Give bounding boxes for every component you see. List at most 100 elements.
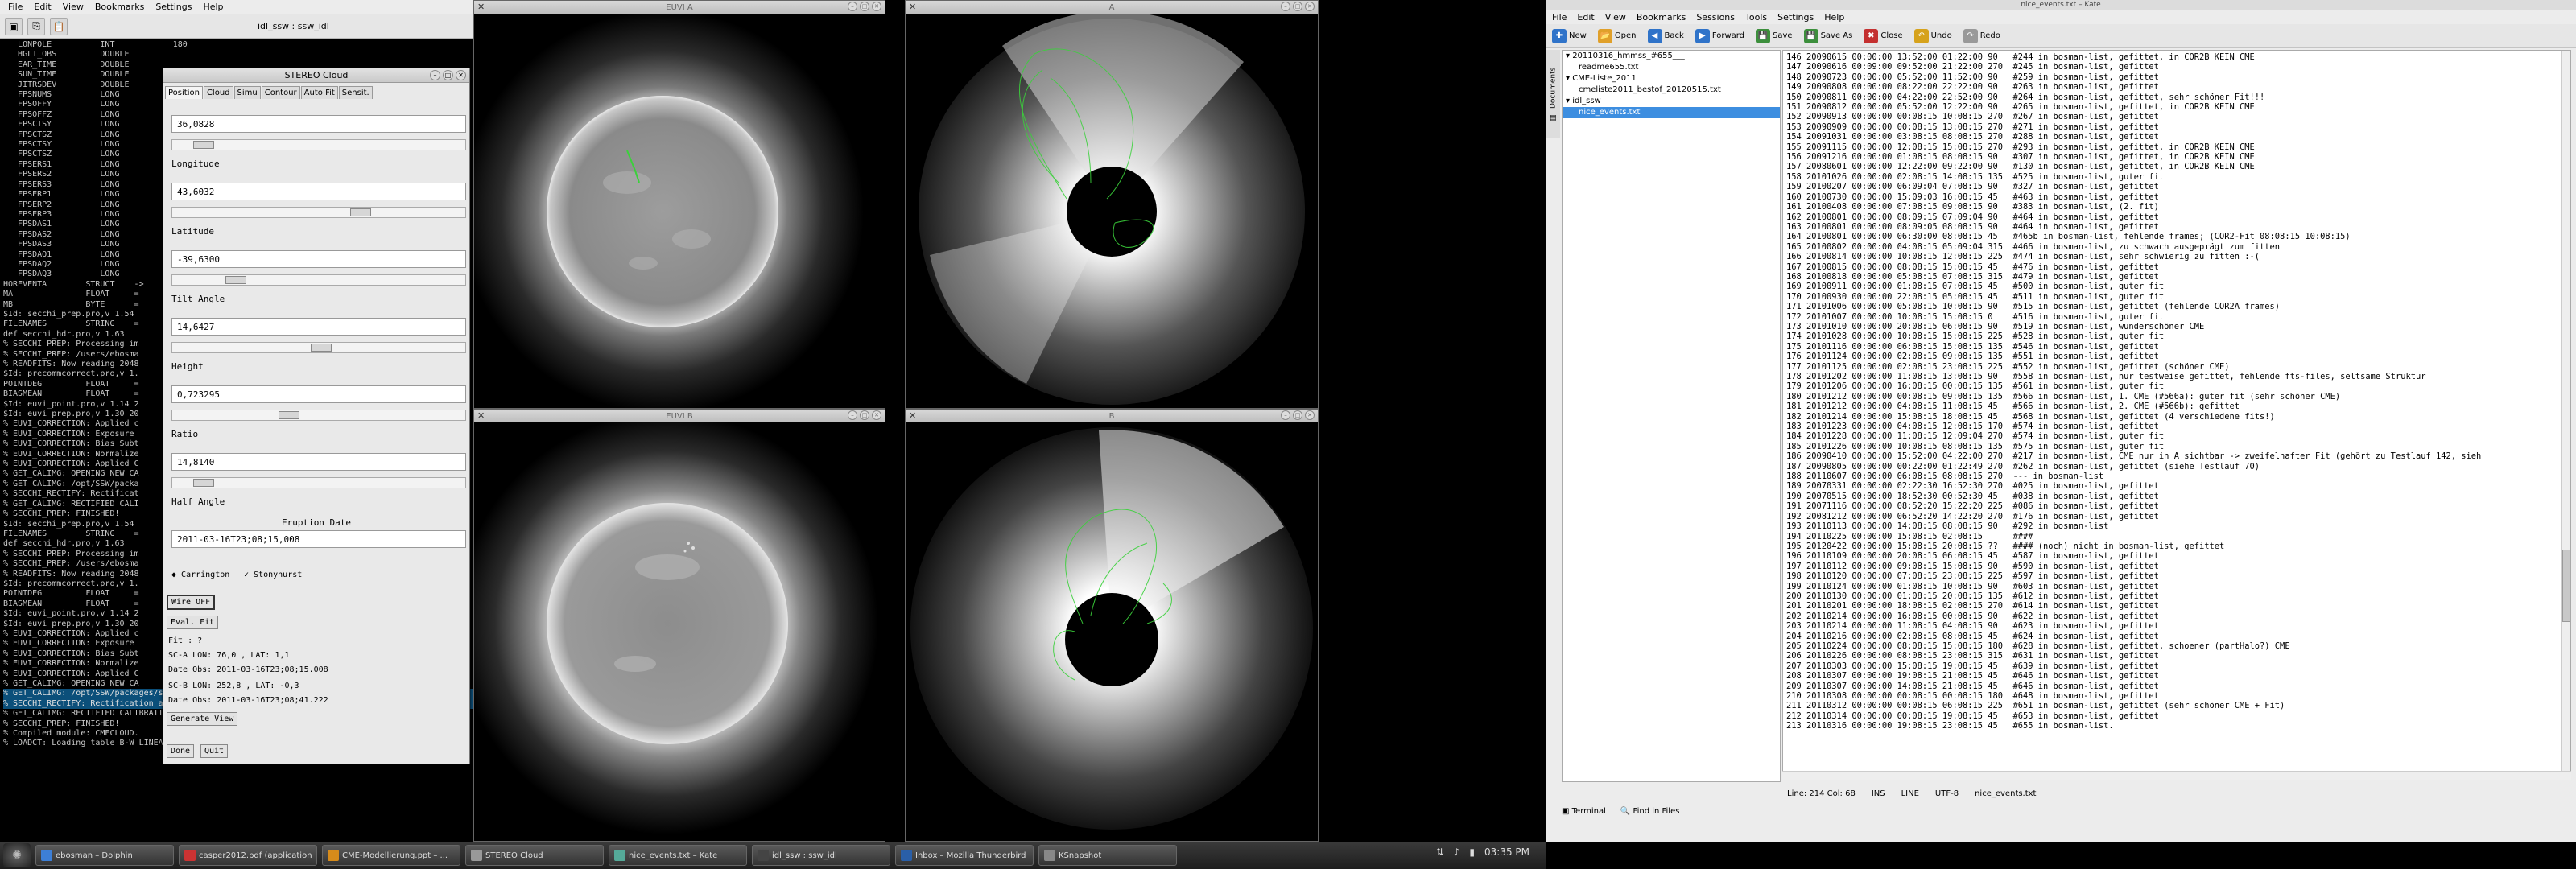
editor-line[interactable]: 157 20080601 00:00:00 12:22:00 09:22:00 … [1786,162,2570,171]
menu-file[interactable]: File [8,2,23,12]
editor-line[interactable]: 148 20090723 00:00:00 05:52:00 11:52:00 … [1786,72,2570,82]
editor-line[interactable]: 180 20101212 00:00:00 00:08:15 09:08:15 … [1786,392,2570,402]
task-button[interactable]: ebosman – Dolphin [35,845,174,866]
param-slider-2[interactable] [171,207,466,218]
editor-line[interactable]: 208 20110307 00:00:00 19:08:15 21:08:15 … [1786,671,2570,681]
editor-line[interactable]: 153 20090909 00:00:00 00:08:15 13:08:15 … [1786,122,2570,132]
editor-line[interactable]: 199 20110124 00:00:00 01:08:15 10:08:15 … [1786,582,2570,591]
editor-line[interactable]: 166 20100814 00:00:00 10:08:15 12:08:15 … [1786,252,2570,262]
toolbar-redo-button[interactable]: ↷ Redo [1963,28,2000,43]
editor-line[interactable]: 193 20110113 00:00:00 14:08:15 08:08:15 … [1786,521,2570,531]
editor-line[interactable]: 164 20100801 00:00:00 06:30:00 08:08:15 … [1786,232,2570,241]
cor-a-coronagraph-image[interactable] [906,10,1318,408]
minimize-icon[interactable]: – [848,410,857,420]
editor-line[interactable]: 189 20070331 00:00:00 02:22:30 16:52:30 … [1786,481,2570,491]
toolbar-close-button[interactable]: ✖ Close [1864,28,1903,43]
editor-line[interactable]: 209 20110307 00:00:00 14:08:15 21:08:15 … [1786,682,2570,691]
close-icon[interactable]: ✕ [456,70,466,80]
kate-menu-sessions[interactable]: Sessions [1696,12,1735,23]
toolbar-save-as-button[interactable]: 💾 Save As [1803,28,1852,43]
param-field-1[interactable]: 36,0828 [171,115,466,133]
param-field-4[interactable]: 14,6427 [171,318,466,336]
menu-edit[interactable]: Edit [34,2,51,12]
editor-line[interactable]: 200 20110130 00:00:00 01:08:15 20:08:15 … [1786,591,2570,601]
text-editor[interactable]: 146 20090615 00:00:00 13:52:00 01:22:00 … [1782,50,2571,780]
toolbar-open-button[interactable]: 📂 Open [1597,28,1637,43]
tree-folder[interactable]: ▾ idl_ssw [1563,96,1780,107]
close-icon[interactable]: ✕ [477,410,485,421]
copy-icon[interactable]: ⎘ [27,17,45,35]
toolbar-new-button[interactable]: ✚ New [1552,28,1587,43]
menu-bookmarks[interactable]: Bookmarks [95,2,144,12]
tab-contour[interactable]: Contour [261,86,300,99]
param-field-5[interactable]: 0,723295 [171,385,466,403]
bottom-tab-find-in-files[interactable]: 🔍 Find in Files [1620,807,1680,816]
maximize-icon[interactable]: □ [443,70,453,80]
param-slider-5[interactable] [171,410,466,421]
minimize-icon[interactable]: – [1281,410,1290,420]
editor-line[interactable]: 172 20101007 00:00:00 10:08:15 15:08:15 … [1786,312,2570,322]
editor-line[interactable]: 178 20101202 00:00:00 11:08:15 13:08:15 … [1786,372,2570,381]
editor-line[interactable]: 165 20100802 00:00:00 04:08:15 05:09:04 … [1786,242,2570,252]
editor-line[interactable]: 169 20100911 00:00:00 01:08:15 07:08:15 … [1786,282,2570,291]
editor-line[interactable]: 156 20091216 00:00:00 01:08:15 08:08:15 … [1786,152,2570,162]
kate-menu-settings[interactable]: Settings [1777,12,1814,23]
editor-line[interactable]: 167 20100815 00:00:00 08:08:15 15:08:15 … [1786,262,2570,272]
editor-line[interactable]: 211 20110312 00:00:00 00:08:15 06:08:15 … [1786,701,2570,710]
editor-line[interactable]: 204 20110216 00:00:00 02:08:15 08:08:15 … [1786,632,2570,641]
close-icon[interactable]: ✕ [1305,2,1315,11]
editor-line[interactable]: 168 20100818 00:00:00 05:08:15 07:08:15 … [1786,272,2570,282]
param-field-3[interactable]: -39,6300 [171,250,466,268]
kate-menu-view[interactable]: View [1605,12,1626,23]
bottom-tab-terminal[interactable]: ▣ Terminal [1562,807,1606,816]
editor-line[interactable]: 184 20101228 00:00:00 11:08:15 12:09:04 … [1786,431,2570,441]
param-slider-3[interactable] [171,274,466,286]
close-icon[interactable]: ✕ [477,2,485,12]
editor-line[interactable]: 213 20110316 00:00:00 19:08:15 23:08:15 … [1786,721,2570,731]
kate-menu-tools[interactable]: Tools [1745,12,1767,23]
param-slider-1[interactable] [171,139,466,150]
close-icon[interactable]: ✕ [909,2,916,12]
editor-line[interactable]: 210 20110308 00:00:00 00:08:15 00:08:15 … [1786,691,2570,701]
editor-line[interactable]: 163 20100801 00:00:00 08:09:05 08:08:15 … [1786,222,2570,232]
editor-line[interactable]: 206 20110226 00:00:00 08:08:15 23:08:15 … [1786,651,2570,661]
cor-b-coronagraph-image[interactable] [906,422,1318,841]
tab-sensit[interactable]: Sensit. [338,86,373,99]
menu-help[interactable]: Help [203,2,223,12]
tree-folder[interactable]: ▾ CME-Liste_2011 [1563,73,1780,84]
euvi-b-sun-image[interactable] [456,413,885,841]
editor-line[interactable]: 182 20101214 00:00:00 15:08:15 18:08:15 … [1786,412,2570,422]
param-slider-6[interactable] [171,477,466,488]
editor-line[interactable]: 171 20101006 00:00:00 05:08:15 10:08:15 … [1786,302,2570,311]
tree-folder[interactable]: ▾ 20110316_hmmss_#655___ [1563,51,1780,62]
toolbar-forward-button[interactable]: ▶ Forward [1695,28,1744,43]
tab-autofit[interactable]: Auto Fit [300,86,338,99]
euvi-a-titlebar[interactable]: ✕ EUVI A – □ ✕ [474,1,885,14]
kate-menu-edit[interactable]: Edit [1577,12,1594,23]
network-icon[interactable]: ⇅ [1436,846,1444,858]
editor-line[interactable]: 170 20100930 00:00:00 22:08:15 05:08:15 … [1786,292,2570,302]
battery-icon[interactable]: ▮ [1469,846,1475,858]
maximize-icon[interactable]: □ [860,2,869,11]
euvi-b-titlebar[interactable]: ✕ EUVI B – □ ✕ [474,410,885,422]
param-field-2[interactable]: 43,6032 [171,183,466,200]
editor-line[interactable]: 187 20090805 00:00:00 00:22:00 01:22:49 … [1786,462,2570,472]
documents-side-tab[interactable]: ▤ Documents [1546,50,1560,138]
slider-knob[interactable] [350,208,371,216]
editor-line[interactable]: 162 20100801 00:00:00 08:09:15 07:09:04 … [1786,212,2570,222]
cor-a-titlebar[interactable]: ✕ A – □ ✕ [906,1,1318,14]
menu-settings[interactable]: Settings [155,2,192,12]
slider-knob[interactable] [279,411,299,419]
tree-file[interactable]: nice_events.txt [1563,107,1780,118]
dialog-titlebar[interactable]: STEREO Cloud – □ ✕ [163,68,469,83]
k-menu-icon[interactable]: ✺ [3,843,31,867]
editor-line[interactable]: 154 20091031 00:00:00 03:08:15 08:08:15 … [1786,132,2570,142]
eval-fit-button[interactable]: Eval. Fit [167,616,219,629]
task-button[interactable]: STEREO Cloud [465,845,604,866]
editor-line[interactable]: 161 20100408 00:00:00 07:08:15 09:08:15 … [1786,202,2570,212]
slider-knob[interactable] [225,276,246,284]
editor-line[interactable]: 198 20110120 00:00:00 07:08:15 23:08:15 … [1786,571,2570,581]
editor-line[interactable]: 174 20101028 00:00:00 10:08:15 15:08:15 … [1786,332,2570,341]
slider-knob[interactable] [193,479,214,487]
editor-line[interactable]: 203 20110214 00:00:00 11:08:15 04:08:15 … [1786,621,2570,631]
